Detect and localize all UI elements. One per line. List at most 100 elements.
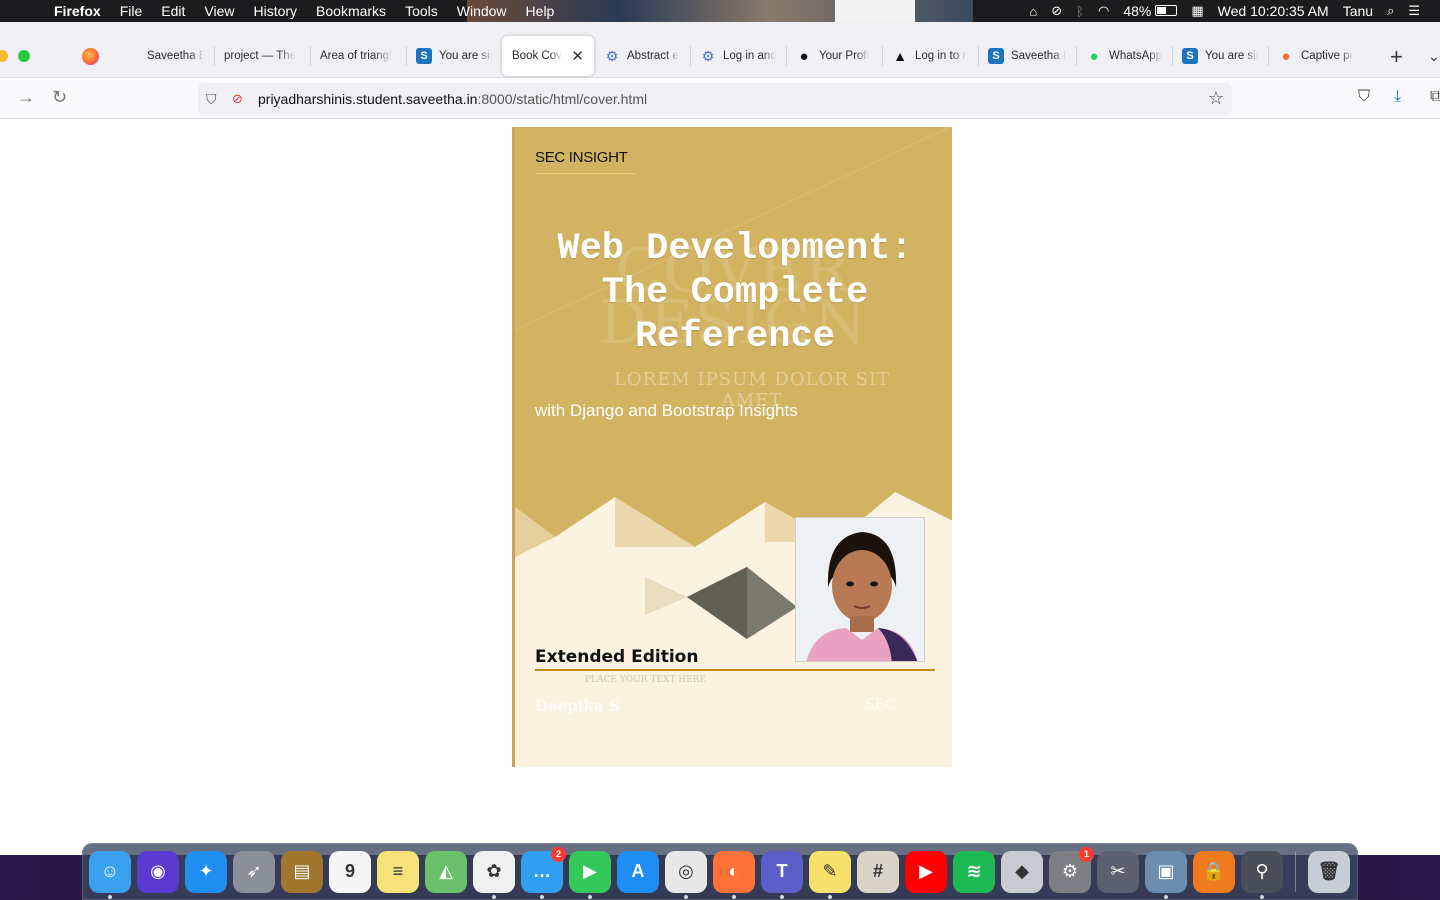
tab-label: Area of triangl bbox=[320, 50, 392, 62]
tab-3[interactable]: Area of triangl bbox=[310, 36, 406, 76]
saveetha-s-icon: S bbox=[416, 48, 432, 64]
menu-window[interactable]: Window bbox=[457, 3, 507, 19]
airdrop-icon[interactable]: ⌂ bbox=[1029, 4, 1037, 19]
tab-7[interactable]: ⚙ Log in and bbox=[690, 36, 786, 76]
maps-glyph: ◭ bbox=[439, 861, 453, 881]
insecure-connection-icon[interactable]: ⊘ bbox=[232, 91, 248, 107]
url-text[interactable]: priyadharshinis.student.saveetha.in:8000… bbox=[258, 91, 647, 107]
trash-icon[interactable]: 🗑 bbox=[1308, 850, 1350, 893]
bluetooth-icon[interactable]: ᛒ bbox=[1076, 4, 1084, 19]
tab-list: Saveetha Engi project — The Area of triang… bbox=[114, 36, 1364, 76]
stickies-icon[interactable]: ✎ bbox=[809, 850, 851, 899]
tab-8[interactable]: ● Your Profi bbox=[786, 36, 882, 76]
vpn-icon[interactable]: 🔒 bbox=[1193, 850, 1235, 893]
menu-help[interactable]: Help bbox=[526, 3, 555, 19]
tab-11[interactable]: ● WhatsApp bbox=[1076, 36, 1172, 76]
instruments-icon[interactable]: ⚲ bbox=[1241, 850, 1283, 899]
system-preferences-icon[interactable]: ⚙ 1 bbox=[1049, 846, 1094, 893]
extensions-icon[interactable]: ⧉ bbox=[1430, 88, 1440, 106]
close-tab-icon[interactable]: ✕ bbox=[571, 47, 584, 65]
list-all-tabs-button[interactable]: ⌄ bbox=[1428, 48, 1440, 65]
menu-clock[interactable]: Wed 10:20:35 AM bbox=[1218, 3, 1329, 19]
fullscreen-window-button[interactable] bbox=[18, 50, 30, 62]
tab-label: Saveetha I bbox=[1011, 50, 1066, 62]
tab-5[interactable]: Book Cover ✕ bbox=[502, 36, 594, 76]
photos-icon[interactable]: ✿ bbox=[473, 850, 515, 899]
menu-bookmarks[interactable]: Bookmarks bbox=[316, 3, 386, 19]
menu-history[interactable]: History bbox=[253, 3, 297, 19]
facetime-icon[interactable]: ▶ bbox=[569, 850, 611, 899]
firefox-icon[interactable]: ◐ bbox=[713, 850, 755, 899]
tab-strip: Saveetha Engi project — The Area of triang… bbox=[0, 22, 1440, 78]
menu-edit[interactable]: Edit bbox=[161, 3, 185, 19]
book-title-line-2: The Complete bbox=[601, 272, 869, 314]
firefox-glyph: ◐ bbox=[728, 861, 740, 881]
tab-6[interactable]: ⚙ Abstract e bbox=[594, 36, 690, 76]
book-title-line-1: Web Development: bbox=[557, 228, 913, 270]
youtube-icon[interactable]: ▶ bbox=[905, 850, 947, 893]
tab-label: Captive po bbox=[1301, 50, 1354, 62]
preview-icon[interactable]: ▣ bbox=[1145, 850, 1187, 899]
new-tab-button[interactable]: + bbox=[1390, 44, 1403, 70]
system-preferences-glyph: ⚙ bbox=[1061, 861, 1079, 881]
teams-icon[interactable]: T bbox=[761, 850, 803, 899]
messages-icon[interactable]: … 2 bbox=[521, 846, 566, 899]
tab-9[interactable]: ▲ Log in to r bbox=[882, 36, 978, 76]
roblox-icon[interactable]: ◆ bbox=[1001, 850, 1043, 893]
edition-underline bbox=[535, 669, 935, 671]
spotify-icon[interactable]: ≋ bbox=[953, 850, 995, 893]
spotlight-search-icon[interactable]: ⌕ bbox=[1387, 3, 1394, 19]
vpn-status-icon[interactable]: ⊘ bbox=[1051, 3, 1062, 19]
tab-2[interactable]: project — The bbox=[214, 36, 310, 76]
running-indicator bbox=[1164, 894, 1168, 899]
placeholder-text-heading: PLACE YOUR TEXT HERE bbox=[585, 675, 706, 685]
utilities-icon[interactable]: ✂ bbox=[1097, 850, 1139, 893]
url-host: priyadharshinis.student.saveetha.in bbox=[258, 91, 478, 107]
menu-app-firefox[interactable]: Firefox bbox=[54, 3, 101, 19]
tab-1[interactable]: Saveetha Engi bbox=[114, 36, 214, 76]
menu-tools[interactable]: Tools bbox=[405, 3, 438, 19]
menu-view[interactable]: View bbox=[204, 3, 234, 19]
chrome-icon[interactable]: ◎ bbox=[665, 850, 707, 899]
battery-status[interactable]: 48% bbox=[1123, 3, 1178, 19]
menu-user[interactable]: Tanu bbox=[1343, 3, 1373, 19]
tab-4[interactable]: S You are sig bbox=[406, 36, 502, 76]
finder-icon[interactable]: ☺ bbox=[89, 850, 131, 899]
calculator-icon[interactable]: # bbox=[857, 850, 899, 893]
pinned-firefox-tab-icon[interactable] bbox=[82, 48, 99, 65]
minimize-window-button[interactable] bbox=[0, 50, 8, 62]
youtube-glyph: ▶ bbox=[919, 861, 933, 881]
calendar-glyph: 9 bbox=[344, 861, 355, 881]
calendar-icon[interactable]: 9 bbox=[329, 850, 371, 893]
tan-triangle-mid bbox=[615, 497, 695, 547]
launchpad-icon[interactable]: ➶ bbox=[233, 850, 275, 893]
wifi-icon[interactable]: ◠ bbox=[1098, 3, 1109, 19]
tab-12[interactable]: S You are sig bbox=[1172, 36, 1268, 76]
keyboard-input-icon[interactable]: ▦ bbox=[1191, 3, 1203, 19]
abstract-gear-icon: ⚙ bbox=[605, 47, 619, 64]
abstract-gear-icon: ⚙ bbox=[701, 47, 715, 64]
menu-file[interactable]: File bbox=[120, 3, 143, 19]
downloads-icon[interactable]: ⤓ bbox=[1394, 88, 1401, 106]
tab-10[interactable]: S Saveetha I bbox=[978, 36, 1076, 76]
maps-icon[interactable]: ◭ bbox=[425, 850, 467, 893]
neck bbox=[850, 616, 874, 632]
tracking-protection-shield-icon[interactable]: ⛉ bbox=[206, 91, 222, 108]
safari-icon[interactable]: ✦ bbox=[185, 850, 227, 893]
bookmark-star-icon[interactable]: ☆ bbox=[1208, 88, 1224, 109]
trash-glyph: 🗑 bbox=[1317, 861, 1341, 881]
tab-13[interactable]: ● Captive po bbox=[1268, 36, 1364, 76]
navigation-toolbar: → ↻ ⛉ ⊘ priyadharshinis.student.saveetha… bbox=[0, 78, 1440, 119]
reload-icon[interactable]: ↻ bbox=[52, 87, 67, 108]
address-bar[interactable]: ⛉ ⊘ priyadharshinis.student.saveetha.in:… bbox=[198, 83, 1232, 115]
control-center-icon[interactable]: ☰ bbox=[1408, 3, 1420, 19]
site-favicon-icon bbox=[124, 48, 140, 64]
app-store-icon[interactable]: A bbox=[617, 850, 659, 893]
forward-arrow-icon[interactable]: → bbox=[17, 87, 35, 108]
siri-icon[interactable]: ◉ bbox=[137, 850, 179, 893]
notebook-icon[interactable]: ▤ bbox=[281, 850, 323, 893]
pocket-icon[interactable]: ⛉ bbox=[1358, 88, 1370, 106]
notes-icon[interactable]: ≡ bbox=[377, 850, 419, 893]
stickies-glyph: ✎ bbox=[822, 861, 838, 881]
firefox-icon: ● bbox=[1281, 47, 1291, 65]
